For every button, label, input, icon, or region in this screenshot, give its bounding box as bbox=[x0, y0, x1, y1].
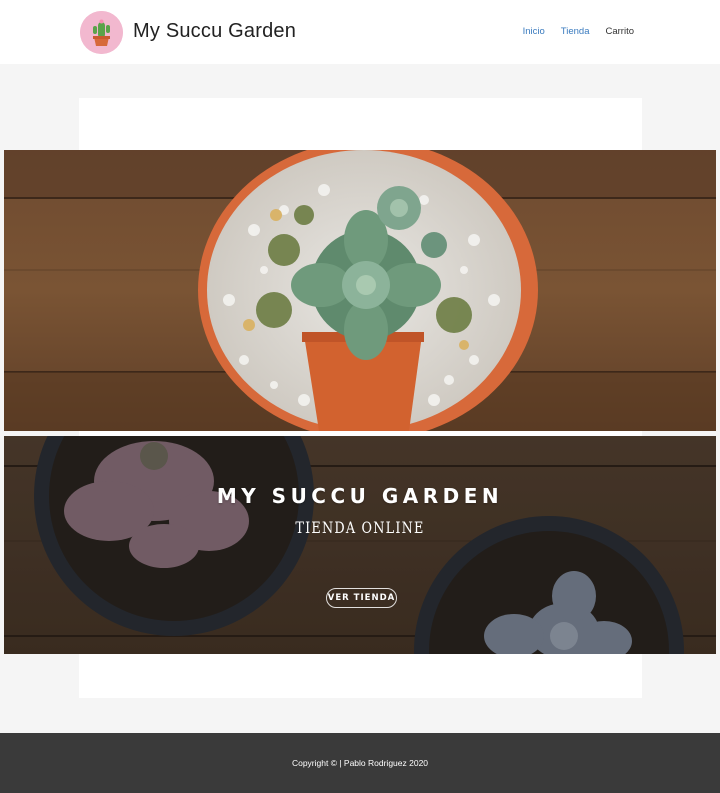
nav-inicio[interactable]: Inicio bbox=[523, 26, 545, 37]
nav-tienda[interactable]: Tienda bbox=[561, 26, 590, 37]
hero-image-succulent-pot bbox=[4, 150, 716, 431]
main-nav: Inicio Tienda Carrito bbox=[507, 26, 634, 37]
copyright-text: Copyright © | Pablo Rodriguez 2020 bbox=[291, 758, 429, 768]
nav-carrito[interactable]: Carrito bbox=[605, 26, 634, 37]
cactus-pot-icon bbox=[80, 11, 123, 54]
ver-tienda-button[interactable]: VER TIENDA bbox=[326, 588, 397, 608]
site-header: My Succu Garden Inicio Tienda Carrito bbox=[0, 0, 720, 64]
hero-subtitle: TIENDA ONLINE bbox=[295, 518, 425, 537]
site-footer: Copyright © | Pablo Rodriguez 2020 bbox=[0, 733, 720, 793]
hero-title: MY SUCCU GARDEN bbox=[216, 484, 504, 508]
brand-title[interactable]: My Succu Garden bbox=[133, 20, 296, 43]
banner-background bbox=[4, 436, 716, 654]
logo[interactable] bbox=[80, 11, 123, 54]
hero-banner: MY SUCCU GARDEN TIENDA ONLINE VER TIENDA bbox=[4, 436, 716, 654]
